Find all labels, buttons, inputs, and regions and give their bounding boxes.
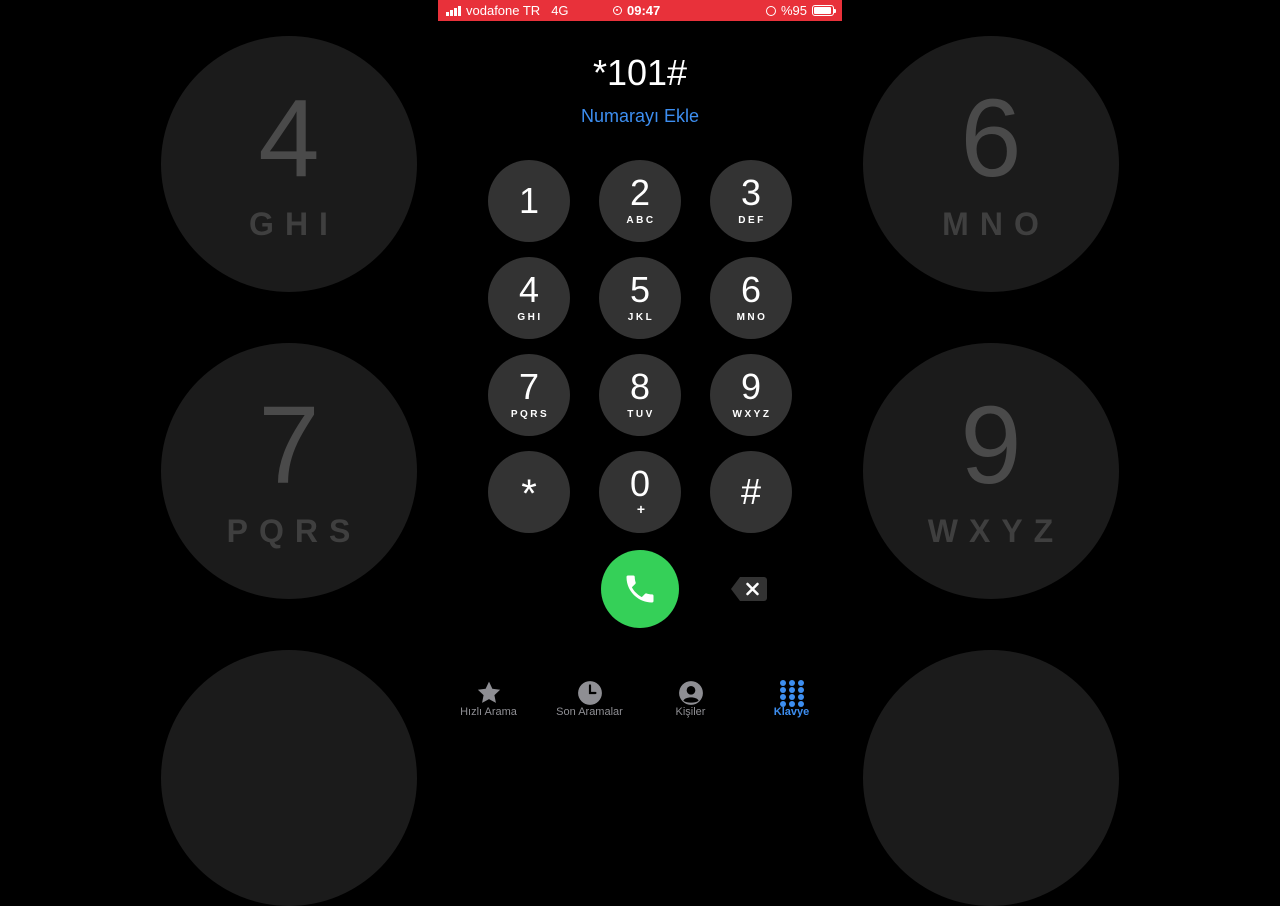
- key-digit: *: [521, 472, 537, 516]
- key-digit: 6: [740, 269, 762, 310]
- recording-icon: [613, 6, 622, 15]
- signal-icon: [446, 5, 461, 16]
- background-key-digit: 6: [960, 77, 1022, 200]
- tab-keypad[interactable]: Klavye: [741, 664, 842, 720]
- background-key-partial-right: [863, 650, 1119, 906]
- background-key-letters: GHI: [249, 206, 339, 242]
- key-2[interactable]: 2 ABC: [599, 160, 681, 242]
- tab-label: Hızlı Arama: [460, 706, 517, 718]
- key-letters: WXYZ: [732, 409, 772, 420]
- background-key-letters: WXYZ: [927, 513, 1065, 549]
- key-letters: JKL: [627, 312, 655, 323]
- key-digit: 1: [518, 180, 540, 221]
- key-digit: #: [740, 471, 762, 512]
- key-star[interactable]: *: [488, 451, 570, 533]
- network-type: 4G: [551, 3, 569, 18]
- key-letters: TUV: [627, 409, 655, 420]
- key-9[interactable]: 9 WXYZ: [710, 354, 792, 436]
- key-3[interactable]: 3 DEF: [710, 160, 792, 242]
- call-button[interactable]: [601, 550, 679, 628]
- phone-icon: [626, 575, 654, 603]
- key-1[interactable]: 1: [488, 160, 570, 242]
- tab-label: Kişiler: [675, 706, 706, 718]
- phone-screen: vodafone TR 4G 09:47 %95 *101# Numarayı …: [438, 0, 842, 720]
- backspace-icon: [731, 577, 767, 601]
- clock-icon: [577, 681, 602, 705]
- background-key-digit: 4: [258, 77, 320, 200]
- key-digit: 0: [629, 463, 651, 504]
- entered-number: *101#: [592, 52, 688, 93]
- star-icon: [477, 681, 500, 703]
- key-letters: ABC: [626, 215, 656, 226]
- background-key-partial-left: [161, 650, 417, 906]
- key-4[interactable]: 4 GHI: [488, 257, 570, 339]
- battery-percent: %95: [780, 3, 807, 18]
- key-digit: 7: [518, 366, 540, 407]
- carrier-name: vodafone TR: [466, 3, 541, 18]
- delete-button[interactable]: [730, 576, 768, 607]
- carrier-info: vodafone TR 4G: [446, 3, 569, 18]
- key-hash[interactable]: #: [710, 451, 792, 533]
- key-digit: 5: [629, 269, 651, 310]
- key-7[interactable]: 7 PQRS: [488, 354, 570, 436]
- key-digit: 2: [629, 172, 651, 213]
- tab-recents[interactable]: Son Aramalar: [539, 664, 640, 720]
- key-8[interactable]: 8 TUV: [599, 354, 681, 436]
- key-digit: 9: [740, 366, 762, 407]
- key-0[interactable]: 0 +: [599, 451, 681, 533]
- battery-icon: [812, 5, 836, 16]
- key-digit: 3: [740, 172, 762, 213]
- tab-favorites[interactable]: Hızlı Arama: [438, 664, 539, 720]
- key-digit: 8: [629, 366, 651, 407]
- status-right: %95: [765, 3, 836, 18]
- key-digit: 4: [518, 269, 540, 310]
- time-text: 09:47: [627, 3, 661, 18]
- tab-label: Klavye: [773, 706, 810, 718]
- orientation-lock-icon: [765, 5, 776, 16]
- key-letters: DEF: [738, 215, 766, 226]
- key-5[interactable]: 5 JKL: [599, 257, 681, 339]
- status-time: 09:47: [613, 3, 660, 18]
- background-key-7: 7 PQRS: [161, 343, 417, 599]
- add-number-link[interactable]: Numarayı Ekle: [438, 106, 842, 127]
- background-key-digit: 9: [960, 384, 1022, 507]
- background-key-4: 4 GHI: [161, 36, 417, 292]
- background-key-digit: 7: [258, 384, 320, 507]
- tab-label: Son Aramalar: [556, 706, 623, 718]
- key-letters: +: [636, 501, 646, 517]
- tab-bar: Hızlı Arama Son Aramalar Kişiler Klavye: [438, 664, 842, 720]
- background-key-6: 6 MNO: [863, 36, 1119, 292]
- person-icon: [678, 681, 703, 705]
- tab-contacts[interactable]: Kişiler: [640, 664, 741, 720]
- key-letters: MNO: [736, 312, 768, 323]
- status-bar: vodafone TR 4G 09:47 %95: [438, 0, 842, 21]
- background-key-letters: MNO: [942, 206, 1050, 242]
- keypad-icon: [779, 680, 804, 707]
- background-key-letters: PQRS: [226, 513, 362, 549]
- key-letters: PQRS: [510, 409, 550, 420]
- background-key-9: 9 WXYZ: [863, 343, 1119, 599]
- key-6[interactable]: 6 MNO: [710, 257, 792, 339]
- key-letters: GHI: [517, 312, 543, 323]
